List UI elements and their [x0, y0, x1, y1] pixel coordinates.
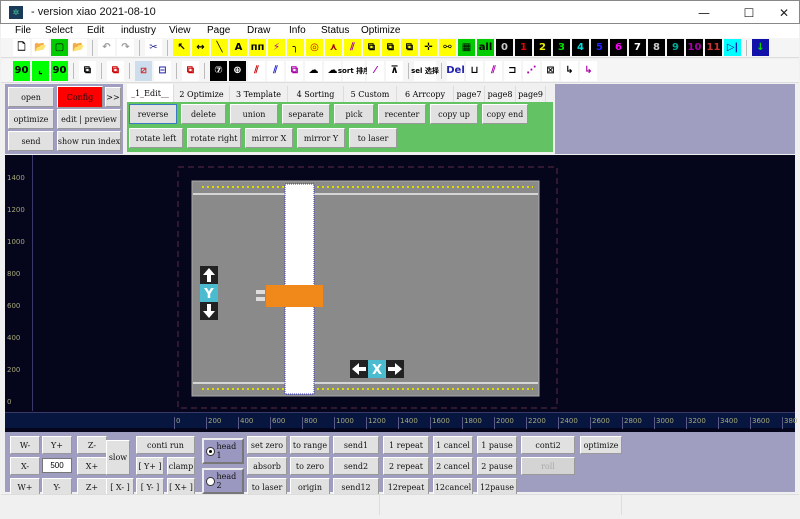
conti-run-button[interactable]: conti run: [136, 436, 195, 454]
x-plus-button[interactable]: X+: [77, 457, 107, 475]
w-minus-button[interactable]: W-: [10, 436, 40, 454]
status-divider: [379, 495, 380, 515]
roll-button: roll: [521, 457, 575, 475]
laser-head[interactable]: [266, 285, 323, 307]
z-minus-button[interactable]: Z-: [77, 436, 107, 454]
status-bar: [1, 494, 799, 515]
laser-nozzle-1: [256, 290, 265, 294]
laser-nozzle-2: [256, 297, 265, 301]
send2-button[interactable]: send2: [333, 457, 379, 475]
clamp-button[interactable]: clamp: [167, 457, 195, 475]
step-input[interactable]: 500: [42, 458, 72, 473]
to-range-button[interactable]: to range: [290, 436, 330, 454]
y-axis-jog-icon[interactable]: Y: [200, 266, 218, 320]
status-divider: [621, 495, 622, 515]
control-panel: W- Y+ Z- X- 500 X+ W+ Y- Z+ slow [ X- ] …: [5, 432, 795, 496]
svg-text:X: X: [372, 363, 382, 378]
absorb-button[interactable]: absorb: [247, 457, 287, 475]
radio-unselected-icon: [206, 476, 215, 486]
x-minus-button[interactable]: X-: [10, 457, 40, 475]
radio-selected-icon: [206, 446, 215, 456]
head-1-radio[interactable]: head 1: [202, 438, 244, 464]
y-plus-continuous-button[interactable]: [ Y+ ]: [136, 457, 164, 475]
2-pause-button[interactable]: 2 pause: [477, 457, 517, 475]
head-2-radio[interactable]: head 2: [202, 468, 244, 494]
1-repeat-button[interactable]: 1 repeat: [383, 436, 429, 454]
2-repeat-button[interactable]: 2 repeat: [383, 457, 429, 475]
slow-button[interactable]: slow: [106, 440, 130, 475]
1-pause-button[interactable]: 1 pause: [477, 436, 517, 454]
x-axis-jog-icon[interactable]: X: [350, 360, 404, 378]
head-2-label: head 2: [216, 472, 237, 490]
conti2-button[interactable]: conti2: [521, 436, 575, 454]
1-cancel-button[interactable]: 1 cancel: [433, 436, 473, 454]
send1-button[interactable]: send1: [333, 436, 379, 454]
to-zero-button[interactable]: to zero: [290, 457, 330, 475]
set-zero-button[interactable]: set zero: [247, 436, 287, 454]
optimize-button[interactable]: optimize: [580, 436, 622, 454]
svg-text:Y: Y: [203, 287, 214, 302]
y-plus-button[interactable]: Y+: [42, 436, 72, 454]
2-cancel-button[interactable]: 2 cancel: [433, 457, 473, 475]
head-1-label: head 1: [216, 442, 237, 460]
